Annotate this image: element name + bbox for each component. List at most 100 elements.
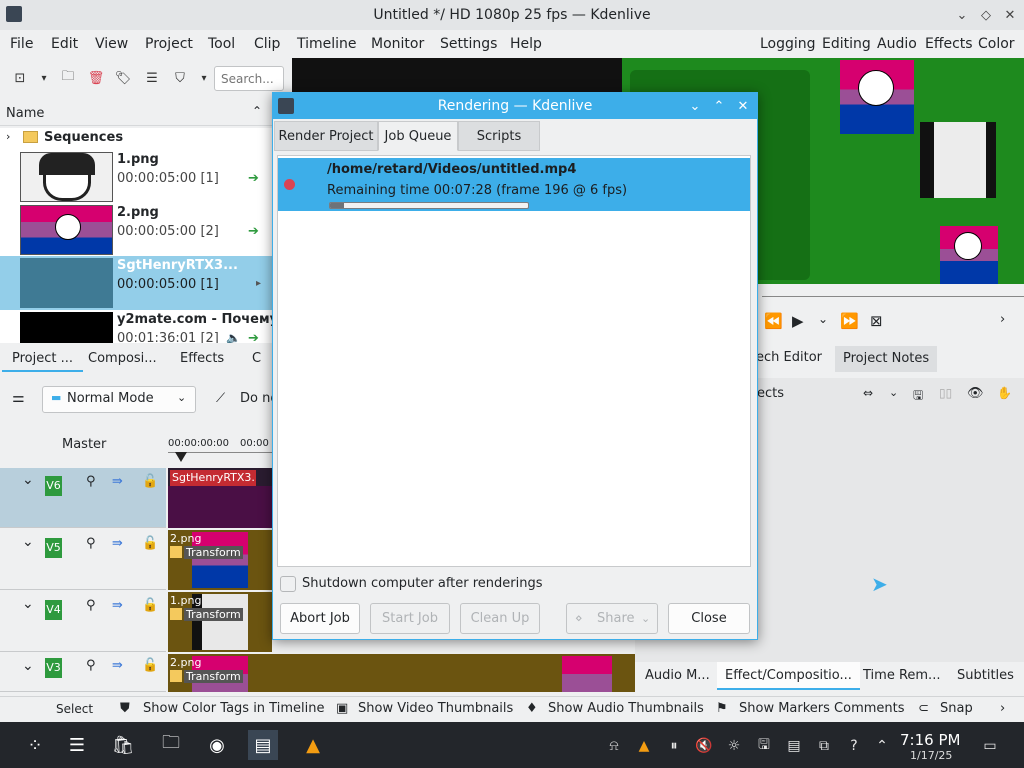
wand-icon[interactable]: ⚲ xyxy=(86,536,96,551)
list-item[interactable]: y2mate.com - Почему V 00:01:36:01 [2] 🔈 … xyxy=(0,310,272,343)
tab-effect-composition[interactable]: Effect/Compositio... xyxy=(717,662,860,690)
list-item-selected[interactable]: SgtHenryRTX3... 00:00:05:00 [1] ▸ xyxy=(0,256,272,310)
show-desktop-icon[interactable]: ▭ xyxy=(980,736,1000,756)
expand-arrow-icon[interactable]: ▸ xyxy=(256,278,261,289)
layout-audio[interactable]: Audio xyxy=(877,30,917,58)
tab-scripts[interactable]: Scripts xyxy=(458,121,540,151)
target-arrow-icon[interactable]: ⇛ xyxy=(112,474,123,489)
bin-search-input[interactable] xyxy=(214,66,284,91)
timeline-settings-sliders-icon[interactable]: ⚌ xyxy=(12,390,32,410)
kdenlive-app-icon[interactable] xyxy=(6,6,22,22)
start-job-button[interactable]: Start Job xyxy=(370,603,450,634)
menu-edit[interactable]: Edit xyxy=(51,30,78,58)
track-content-v3-extended[interactable] xyxy=(272,654,635,692)
compare-icon[interactable]: ⇔ xyxy=(863,386,873,400)
track-content-v6[interactable]: SgtHenryRTX3... xyxy=(168,468,272,528)
dialog-maximize-icon[interactable]: ⌃ xyxy=(710,97,728,115)
crop-icon[interactable]: ⊠ xyxy=(870,312,883,330)
dialog-close-icon[interactable]: ✕ xyxy=(734,97,752,115)
firefox-icon[interactable]: ◉ xyxy=(202,730,232,760)
storage-icon[interactable]: 🖫 xyxy=(754,736,774,756)
clip-monitor[interactable] xyxy=(292,58,622,96)
vlc-tray-icon[interactable]: ▲ xyxy=(634,736,654,756)
track-header-v6[interactable]: ⌄ V6 ⚲ ⇛ 🔓 xyxy=(0,468,166,528)
file-manager-icon[interactable]: 🗀 xyxy=(156,730,186,760)
brightness-icon[interactable]: ☼ xyxy=(724,736,744,756)
clock-time[interactable]: 7:16 PM xyxy=(900,731,960,749)
razor-icon[interactable]: ⟋ xyxy=(216,391,225,406)
toggle-snap[interactable]: Snap xyxy=(940,699,973,719)
statusbar-more-icon[interactable]: › xyxy=(1000,699,1005,719)
chevron-right-icon[interactable]: › xyxy=(6,130,10,143)
lock-icon[interactable]: 🔓 xyxy=(142,536,158,551)
dialog-minimize-icon[interactable]: ⌄ xyxy=(686,97,704,115)
clock-date[interactable]: 1/17/25 xyxy=(910,749,952,762)
menu-tool[interactable]: Tool xyxy=(208,30,235,58)
menu-project[interactable]: Project xyxy=(145,30,193,58)
layout-logging[interactable]: Logging xyxy=(760,30,816,58)
tab-project-notes[interactable]: Project Notes xyxy=(835,346,938,372)
system-settings-icon[interactable]: ☰ xyxy=(62,730,92,760)
collapse-chevron-icon[interactable]: ⌄ xyxy=(22,472,34,488)
list-item[interactable]: 1.png 00:00:05:00 [1] ➔ xyxy=(0,150,272,203)
timeline-clip[interactable] xyxy=(168,486,272,528)
tray-expand-icon[interactable]: ⌃ xyxy=(872,736,892,756)
name-column-header[interactable]: Name xyxy=(6,106,44,121)
close-button[interactable]: Close xyxy=(668,603,750,634)
menu-settings[interactable]: Settings xyxy=(440,30,497,58)
tab-subtitles[interactable]: Subtitles xyxy=(957,668,1014,683)
list-item[interactable]: 2.png 00:00:05:00 [2] ➔ xyxy=(0,203,272,256)
split-icon[interactable]: ▯▯ xyxy=(939,386,952,400)
close-icon[interactable]: ✕ xyxy=(1000,5,1020,25)
track-content-v5[interactable]: 2.png Transform xyxy=(168,530,272,590)
filter-icon[interactable]: ⛉ xyxy=(170,68,190,88)
track-header-v4[interactable]: ⌄ V4 ⚲ ⇛ 🔓 xyxy=(0,592,166,652)
lock-icon[interactable]: 🔓 xyxy=(142,474,158,489)
track-header-v5[interactable]: ⌄ V5 ⚲ ⇛ 🔓 xyxy=(0,530,166,590)
clipboard-icon[interactable]: ▤ xyxy=(784,736,804,756)
sort-up-icon[interactable]: ⌃ xyxy=(252,104,262,118)
layout-editing[interactable]: Editing xyxy=(822,30,871,58)
collapse-chevron-icon[interactable]: ⌄ xyxy=(22,596,34,612)
tab-audio-mixer[interactable]: Audio M... xyxy=(645,668,710,683)
toggle-audio-thumbnails[interactable]: Show Audio Thumbnails xyxy=(548,699,704,719)
track-content-v3[interactable]: 2.png Transform xyxy=(168,654,272,692)
tab-job-queue[interactable]: Job Queue xyxy=(378,121,458,151)
track-header-v3[interactable]: ⌄ V3 ⚲ ⇛ 🔓 xyxy=(0,654,166,692)
target-arrow-icon[interactable]: ⇛ xyxy=(112,658,123,673)
menu-view[interactable]: View xyxy=(95,30,128,58)
add-clip-icon[interactable]: ⊡ xyxy=(10,68,30,88)
menu-list-icon[interactable]: ☰ xyxy=(142,68,162,88)
play-menu-chevron-icon[interactable]: ⌄ xyxy=(818,312,828,326)
folder-row[interactable]: › Sequences xyxy=(0,128,272,150)
target-arrow-icon[interactable]: ⇛ xyxy=(112,598,123,613)
wand-icon[interactable]: ⚲ xyxy=(86,598,96,613)
layout-effects[interactable]: Effects xyxy=(925,30,973,58)
rewind-icon[interactable]: ⏪ xyxy=(764,312,783,330)
shutdown-checkbox[interactable] xyxy=(280,576,296,592)
tag-icon[interactable]: 🏷 xyxy=(113,68,133,88)
master-label[interactable]: Master xyxy=(62,437,106,452)
more-chevron-icon[interactable]: › xyxy=(1000,312,1005,327)
tab-effects[interactable]: Effects xyxy=(170,346,234,372)
menu-timeline[interactable]: Timeline xyxy=(297,30,357,58)
play-icon[interactable]: ▶ xyxy=(792,312,804,330)
menu-monitor[interactable]: Monitor xyxy=(371,30,424,58)
volume-muted-icon[interactable]: 🔇 xyxy=(694,736,714,756)
delete-icon[interactable]: 🗑 xyxy=(86,68,106,88)
tab-compositions[interactable]: Composi... xyxy=(78,346,167,372)
store-bag-icon[interactable]: 🛍 xyxy=(108,730,138,760)
help-icon[interactable]: ? xyxy=(844,736,864,756)
toggle-color-tags[interactable]: Show Color Tags in Timeline xyxy=(143,699,324,719)
playhead-icon[interactable] xyxy=(175,452,187,462)
tab-speech-editor[interactable]: eech Editor xyxy=(748,350,822,365)
share-button[interactable]: ⋄ Share ⌄ xyxy=(566,603,658,634)
menu-clip[interactable]: Clip xyxy=(254,30,280,58)
tab-time-remap[interactable]: Time Rem... xyxy=(863,668,940,683)
layout-color[interactable]: Color xyxy=(978,30,1015,58)
filter-chevron-icon[interactable]: ▾ xyxy=(194,68,214,88)
collapse-chevron-icon[interactable]: ⌄ xyxy=(22,658,34,674)
toggle-markers-comments[interactable]: Show Markers Comments xyxy=(739,699,905,719)
app-launcher-icon[interactable]: ⁘ xyxy=(20,730,50,760)
track-content-v4[interactable]: 1.png Transform xyxy=(168,592,272,652)
